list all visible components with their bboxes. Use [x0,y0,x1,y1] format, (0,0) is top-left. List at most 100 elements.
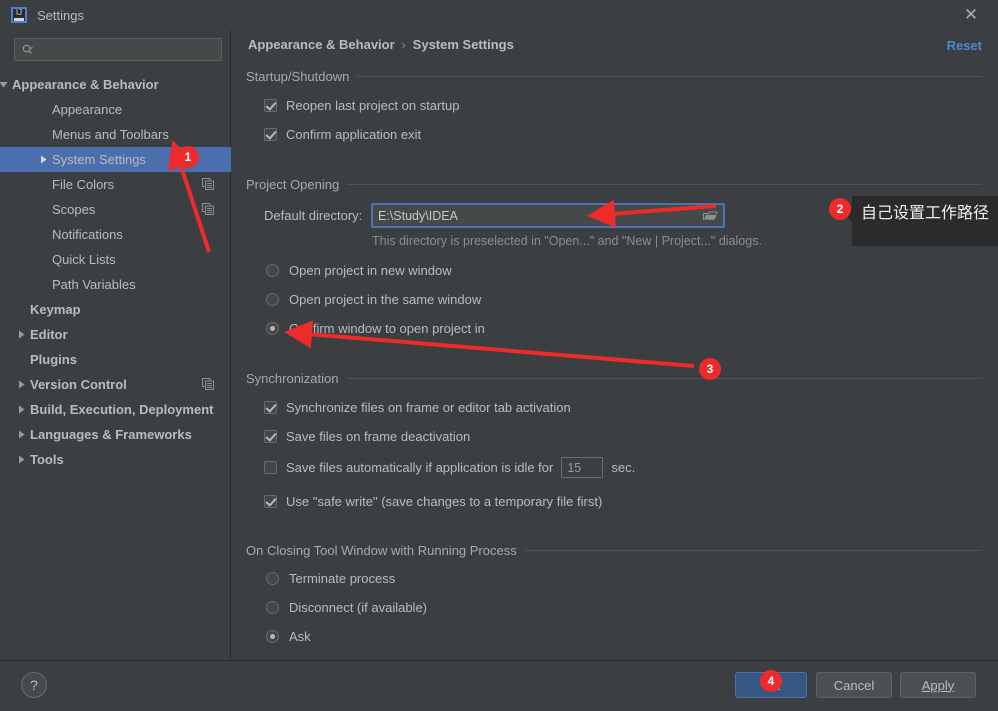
search-input[interactable] [41,39,217,60]
checkbox-box[interactable] [264,495,277,508]
apply-button[interactable]: Apply [900,672,976,698]
sidebar-item-quick-lists[interactable]: Quick Lists [0,247,231,272]
checkbox-label: Use "safe write" (save changes to a temp… [286,494,603,509]
radio-circle[interactable] [266,572,279,585]
chevron-right-icon[interactable] [16,379,27,390]
section-divider [346,377,982,379]
sidebar-item-label: Path Variables [52,277,136,292]
idle-seconds-field[interactable] [561,457,604,478]
radio-label: Open project in the same window [289,292,482,307]
sidebar-item-editor[interactable]: Editor [0,322,231,347]
copy-icon[interactable] [202,178,214,190]
chevron-right-icon[interactable] [16,329,27,340]
search-icon [22,44,33,54]
radio-circle[interactable] [266,630,279,643]
chevron-right-icon[interactable] [16,454,27,465]
breadcrumb-current: System Settings [412,37,514,52]
sidebar-item-label: System Settings [52,152,146,167]
sidebar-item-plugins[interactable]: Plugins [0,347,231,372]
default-directory-field[interactable] [371,203,725,228]
sidebar-item-tools[interactable]: Tools [0,447,231,472]
sidebar-item-file-colors[interactable]: File Colors [0,172,231,197]
checkbox-save-when-idle[interactable]: Save files automatically if application … [264,457,635,478]
sidebar-item-appearance-behavior[interactable]: Appearance & Behavior [0,72,231,97]
chevron-right-icon[interactable] [38,154,49,165]
window-title: Settings [37,7,84,23]
checkbox-box[interactable] [264,99,277,112]
section-header-closing-tool-window: On Closing Tool Window with Running Proc… [246,542,982,558]
checkbox-box[interactable] [264,430,277,443]
radio-confirm-window[interactable]: Confirm window to open project in [266,321,485,336]
sidebar-item-appearance[interactable]: Appearance [0,97,231,122]
section-divider [347,183,982,185]
sidebar-item-label: Keymap [30,302,81,317]
label-text: Default directory: [264,208,363,223]
radio-terminate-process[interactable]: Terminate process [266,571,395,586]
close-icon[interactable]: ✕ [960,6,982,26]
sidebar-item-label: Appearance & Behavior [12,77,159,92]
checkbox-reopen-last-project[interactable]: Reopen last project on startup [264,98,459,113]
sidebar-item-languages-frameworks[interactable]: Languages & Frameworks [0,422,231,447]
default-directory-input[interactable] [378,205,678,226]
section-divider [357,75,982,77]
search-box[interactable] [14,38,222,61]
copy-icon[interactable] [202,378,214,390]
annotation-badge-1: 1 [177,146,199,168]
sidebar-item-label: Menus and Toolbars [52,127,169,142]
checkbox-confirm-application-exit[interactable]: Confirm application exit [264,127,421,142]
annotation-badge-3: 3 [699,358,721,380]
reset-link[interactable]: Reset [947,38,982,53]
settings-sidebar: Appearance & Behavior Appearance Menus and… [0,30,231,659]
checkbox-box[interactable] [264,401,277,414]
sidebar-item-build-execution-deployment[interactable]: Build, Execution, Deployment [0,397,231,422]
section-title-synchronization: Synchronization [246,370,339,386]
chevron-right-icon[interactable] [16,429,27,440]
idle-seconds-input[interactable] [562,458,603,477]
sidebar-item-label: Quick Lists [52,252,116,267]
radio-circle[interactable] [266,601,279,614]
sidebar-item-notifications[interactable]: Notifications [0,222,231,247]
checkbox-box[interactable] [264,128,277,141]
sidebar-item-label: Build, Execution, Deployment [30,402,214,417]
cancel-button[interactable]: Cancel [816,672,892,698]
settings-main-panel: Appearance & Behavior › System Settings … [232,30,998,659]
checkbox-synchronize-files[interactable]: Synchronize files on frame or editor tab… [264,400,571,415]
sidebar-item-scopes[interactable]: Scopes [0,197,231,222]
sidebar-item-keymap[interactable]: Keymap [0,297,231,322]
sidebar-item-label: Editor [30,327,68,342]
section-title-project-opening: Project Opening [246,176,340,192]
radio-open-new-window[interactable]: Open project in new window [266,263,452,278]
radio-disconnect[interactable]: Disconnect (if available) [266,600,427,615]
radio-ask[interactable]: Ask [266,629,311,644]
folder-icon[interactable] [703,210,717,221]
sidebar-item-label: Version Control [30,377,127,392]
idle-seconds-unit-label: sec. [611,460,636,475]
sidebar-item-label: Appearance [52,102,123,117]
breadcrumb-parent[interactable]: Appearance & Behavior [248,37,395,52]
radio-open-same-window[interactable]: Open project in the same window [266,292,481,307]
breadcrumb-separator-icon: › [401,37,406,52]
section-divider [524,549,982,551]
help-button[interactable]: ? [21,672,47,698]
chevron-right-icon[interactable] [16,404,27,415]
checkbox-safe-write[interactable]: Use "safe write" (save changes to a temp… [264,494,602,509]
sidebar-item-version-control[interactable]: Version Control [0,372,231,397]
radio-circle[interactable] [266,264,279,277]
annotation-badge-4: 4 [760,670,782,692]
dialog-footer: ? OK Cancel Apply [0,660,998,711]
checkbox-box[interactable] [264,461,277,474]
default-directory-hint: This directory is preselected in "Open..… [372,234,762,248]
settings-tree: Appearance & Behavior Appearance Menus and… [0,72,231,472]
radio-circle[interactable] [266,322,279,335]
annotation-badge-2: 2 [829,198,851,220]
breadcrumb: Appearance & Behavior › System Settings [248,37,514,52]
intellij-idea-logo-icon [11,7,27,23]
chevron-down-icon[interactable] [0,79,9,90]
sidebar-item-menus-and-toolbars[interactable]: Menus and Toolbars [0,122,231,147]
copy-icon[interactable] [202,203,214,215]
radio-circle[interactable] [266,293,279,306]
checkbox-save-on-deactivation[interactable]: Save files on frame deactivation [264,429,470,444]
sidebar-item-label: Plugins [30,352,77,367]
radio-label: Terminate process [289,571,396,586]
sidebar-item-path-variables[interactable]: Path Variables [0,272,231,297]
